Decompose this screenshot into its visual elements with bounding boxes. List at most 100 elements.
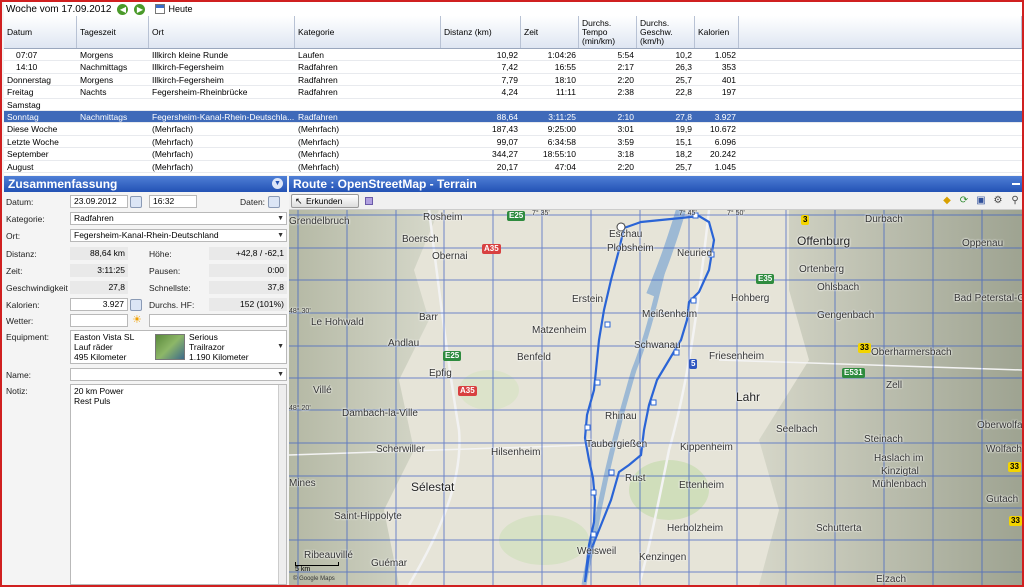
table-cell: 26,3 [675, 62, 692, 73]
column-header[interactable]: Kalorien [695, 16, 739, 48]
map-label: Obernai [432, 251, 468, 262]
column-header[interactable]: Durchs. Tempo (min/km) [579, 16, 637, 48]
today-button[interactable]: Heute [155, 4, 192, 14]
map-label: Eschau [609, 229, 643, 240]
pause-value: 0:00 [209, 264, 287, 277]
date-picker-icon[interactable] [130, 196, 142, 208]
column-header[interactable]: Tageszeit [77, 16, 149, 48]
map-label: Epfig [429, 368, 452, 379]
table-cell [77, 123, 149, 134]
map-label: Erstein [572, 294, 604, 305]
column-header[interactable]: Datum [4, 16, 77, 48]
table-cell: 14:10 [16, 62, 38, 73]
column-header[interactable]: Ort [149, 16, 295, 48]
chevron-down-icon: ▼ [277, 371, 284, 378]
next-week-icon[interactable]: ▶ [134, 3, 146, 15]
distance-label: Distanz: [6, 249, 37, 259]
table-cell: 18:10 [554, 74, 576, 85]
explore-button[interactable]: Erkunden [291, 194, 359, 208]
save-icon[interactable]: ▣ [975, 195, 987, 207]
table-cell: 3:11:25 [548, 111, 576, 122]
sun-icon[interactable]: ☀ [132, 314, 142, 326]
table-row[interactable]: Sonntag Nachmittags Fegersheim-Kanal-Rhein… [4, 110, 1022, 124]
chevron-down-icon[interactable]: ▼ [277, 341, 284, 352]
table-cell [637, 99, 695, 110]
weather-field[interactable] [70, 314, 128, 327]
map-label: Plobsheim [607, 243, 654, 254]
layer-icon[interactable] [365, 197, 373, 205]
table-row[interactable]: Letzte Woche (Mehrfach) (Mehrfach) 99,07 6:3… [4, 136, 1022, 149]
weather-text-field[interactable] [149, 314, 287, 327]
map-label: Scherwiller [376, 444, 425, 455]
notes-textarea[interactable]: 20 km Power Rest Puls [70, 384, 287, 585]
minimize-icon[interactable] [1012, 183, 1020, 185]
place-select[interactable]: Fegersheim-Kanal-Rhein-Deutschland ▼ [70, 229, 287, 242]
equipment-item[interactable]: Easton Vista SL Lauf räder 495 Kilometer [74, 332, 134, 362]
table-cell: Nachts [80, 87, 107, 98]
app-window: Woche vom 17.09.2012 ◀ ▶ Heute Datum Tage… [0, 0, 1024, 587]
column-header[interactable]: Durchs. Geschw. (km/h) [637, 16, 695, 48]
map-label: Meißenheim [642, 309, 698, 320]
table-row[interactable]: Donnerstag Morgens Illkirch-Fegersheim Radf… [4, 74, 1022, 87]
table-row[interactable]: 07:07 Morgens Illkirch kleine Runde Laufen 1… [4, 49, 1022, 62]
map-label: Villé [313, 385, 332, 396]
table-cell: Sonntag [7, 111, 39, 122]
map-label: Le Hohwald [311, 317, 364, 328]
refresh-icon[interactable]: ⟳ [958, 195, 970, 207]
table-cell [77, 148, 149, 159]
table-cell: Illkirch-Fegersheim [152, 62, 224, 73]
table-cell: 5:54 [617, 50, 634, 60]
calculator-icon[interactable] [130, 299, 142, 311]
table-row[interactable]: Freitag Nachts Fegersheim-Rheinbrücke Radfa… [4, 86, 1022, 99]
speed-value: 27,8 [70, 281, 128, 294]
notes-scrollbar[interactable] [278, 385, 286, 584]
map-label: Schwanau [634, 340, 681, 351]
name-select[interactable]: ▼ [70, 368, 287, 381]
zoom-icon[interactable]: ⚲ [1009, 195, 1021, 207]
map-label: Hilsenheim [491, 447, 541, 458]
collapse-icon[interactable]: ▼ [272, 178, 283, 189]
time-field[interactable]: 16:32 [149, 195, 197, 208]
column-header[interactable]: Zeit [521, 16, 579, 48]
map-label: Rhinau [605, 411, 637, 422]
table-cell: (Mehrfach) [298, 124, 340, 135]
map-label: Hohberg [731, 293, 770, 304]
grid-label: 48° 20' [289, 405, 311, 412]
table-cell-filler [739, 136, 1022, 147]
map-label: Kippenheim [680, 442, 733, 453]
category-select[interactable]: Radfahren ▼ [70, 212, 287, 225]
table-cell: 22,8 [675, 87, 692, 98]
table-cell: 18,2 [675, 149, 692, 160]
notes-label: Notiz: [6, 386, 28, 396]
equipment-list[interactable]: Easton Vista SL Lauf räder 495 Kilometer… [70, 330, 287, 364]
map-label: Lahr [736, 390, 761, 404]
table-row[interactable]: Samstag [4, 99, 1022, 111]
data-import-icon[interactable] [268, 196, 280, 208]
column-header[interactable]: Kategorie [295, 16, 441, 48]
heart-rate-value: 152 (101%) [209, 298, 287, 311]
table-row[interactable]: September (Mehrfach) (Mehrfach) 344,27 18:55… [4, 148, 1022, 161]
diamond-icon[interactable]: ◆ [941, 195, 953, 207]
map-label: Matzenheim [532, 325, 587, 336]
table-row[interactable]: August (Mehrfach) (Mehrfach) 20,17 47:04 2:20… [4, 161, 1022, 173]
table-row[interactable]: Diese Woche (Mehrfach) (Mehrfach) 187,43 9:2… [4, 123, 1022, 136]
map-label: Kenzingen [639, 552, 687, 563]
table-cell: Nachmittags [80, 111, 128, 122]
equipment-item[interactable]: Serious Trailrazor 1.190 Kilometer [189, 332, 249, 362]
date-field[interactable]: 23.09.2012 [70, 195, 128, 208]
table-row[interactable]: 14:10 Nachmittags Illkirch-Fegersheim Radfa… [4, 61, 1022, 74]
scale-label: 5 km [295, 566, 311, 573]
previous-week-icon[interactable]: ◀ [117, 3, 129, 15]
calories-field[interactable]: 3.927 [70, 298, 128, 311]
settings-icon[interactable]: ⚙ [992, 195, 1004, 207]
table-cell: 11:11 [555, 87, 576, 98]
map-label: Oberharmersbach [871, 347, 952, 358]
column-header[interactable]: Distanz (km) [441, 16, 521, 48]
fastest-value: 37,8 [209, 281, 287, 294]
table-cell: 10,2 [675, 50, 692, 60]
map-view[interactable]: Grendelbruch Rosheim Eschau Plobsheim Ne… [289, 210, 1022, 585]
equipment-label: Equipment: [6, 332, 49, 342]
map-label: Zell [886, 380, 903, 391]
table-cell: 07:07 [16, 50, 38, 60]
map-panel-title: Route : OpenStreetMap - Terrain [289, 176, 1022, 192]
